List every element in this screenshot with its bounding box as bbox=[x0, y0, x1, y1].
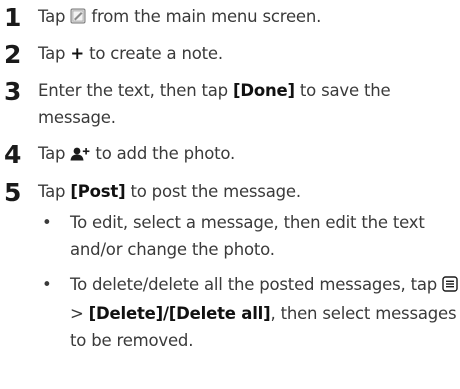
bullet-text-arrow: > bbox=[70, 304, 89, 323]
plus-symbol: + bbox=[70, 44, 85, 63]
step-text: Tap to add the photo. bbox=[38, 140, 456, 169]
notes-app-icon bbox=[70, 5, 86, 32]
step-text-start: Tap bbox=[38, 44, 71, 63]
bullet-marker: • bbox=[42, 213, 52, 232]
step-text-end: to post the message. bbox=[125, 182, 301, 201]
instruction-page: 1 Tap from the main menu screen. 2 Tap +… bbox=[0, 0, 460, 389]
step-text-start: Enter the text, then tap bbox=[38, 81, 233, 100]
step-text: Enter the text, then tap [Done] to save … bbox=[38, 77, 456, 131]
step-number: 2 bbox=[4, 40, 21, 69]
post-button-label: [Post] bbox=[70, 182, 126, 201]
step-number: 3 bbox=[4, 77, 21, 106]
menu-icon bbox=[442, 273, 458, 300]
bullet-marker: • bbox=[42, 275, 52, 294]
step-text-end: to create a note. bbox=[84, 44, 223, 63]
done-button-label: [Done] bbox=[233, 81, 295, 100]
step-text-start: Tap bbox=[38, 144, 71, 163]
delete-button-label: [Delete] bbox=[88, 304, 163, 323]
step-number: 5 bbox=[4, 178, 21, 207]
step-text-start: Tap bbox=[38, 7, 71, 26]
step-number: 4 bbox=[4, 140, 21, 169]
add-photo-icon bbox=[70, 142, 90, 169]
step-text-end: from the main menu screen. bbox=[86, 7, 322, 26]
step-text-start: Tap bbox=[38, 182, 71, 201]
bullet-text-start: To delete/delete all the posted messages… bbox=[70, 275, 443, 294]
step-text: Tap [Post] to post the message. bbox=[38, 178, 456, 205]
step-text: Tap from the main menu screen. bbox=[38, 3, 456, 32]
bullet-text: To delete/delete all the posted messages… bbox=[70, 271, 460, 354]
bullet-text: To edit, select a message, then edit the… bbox=[70, 213, 425, 259]
delete-all-button-label: [Delete all] bbox=[168, 304, 271, 323]
step-number: 1 bbox=[4, 3, 21, 32]
step-text: Tap + to create a note. bbox=[38, 40, 456, 67]
step-text-end: to add the photo. bbox=[90, 144, 236, 163]
